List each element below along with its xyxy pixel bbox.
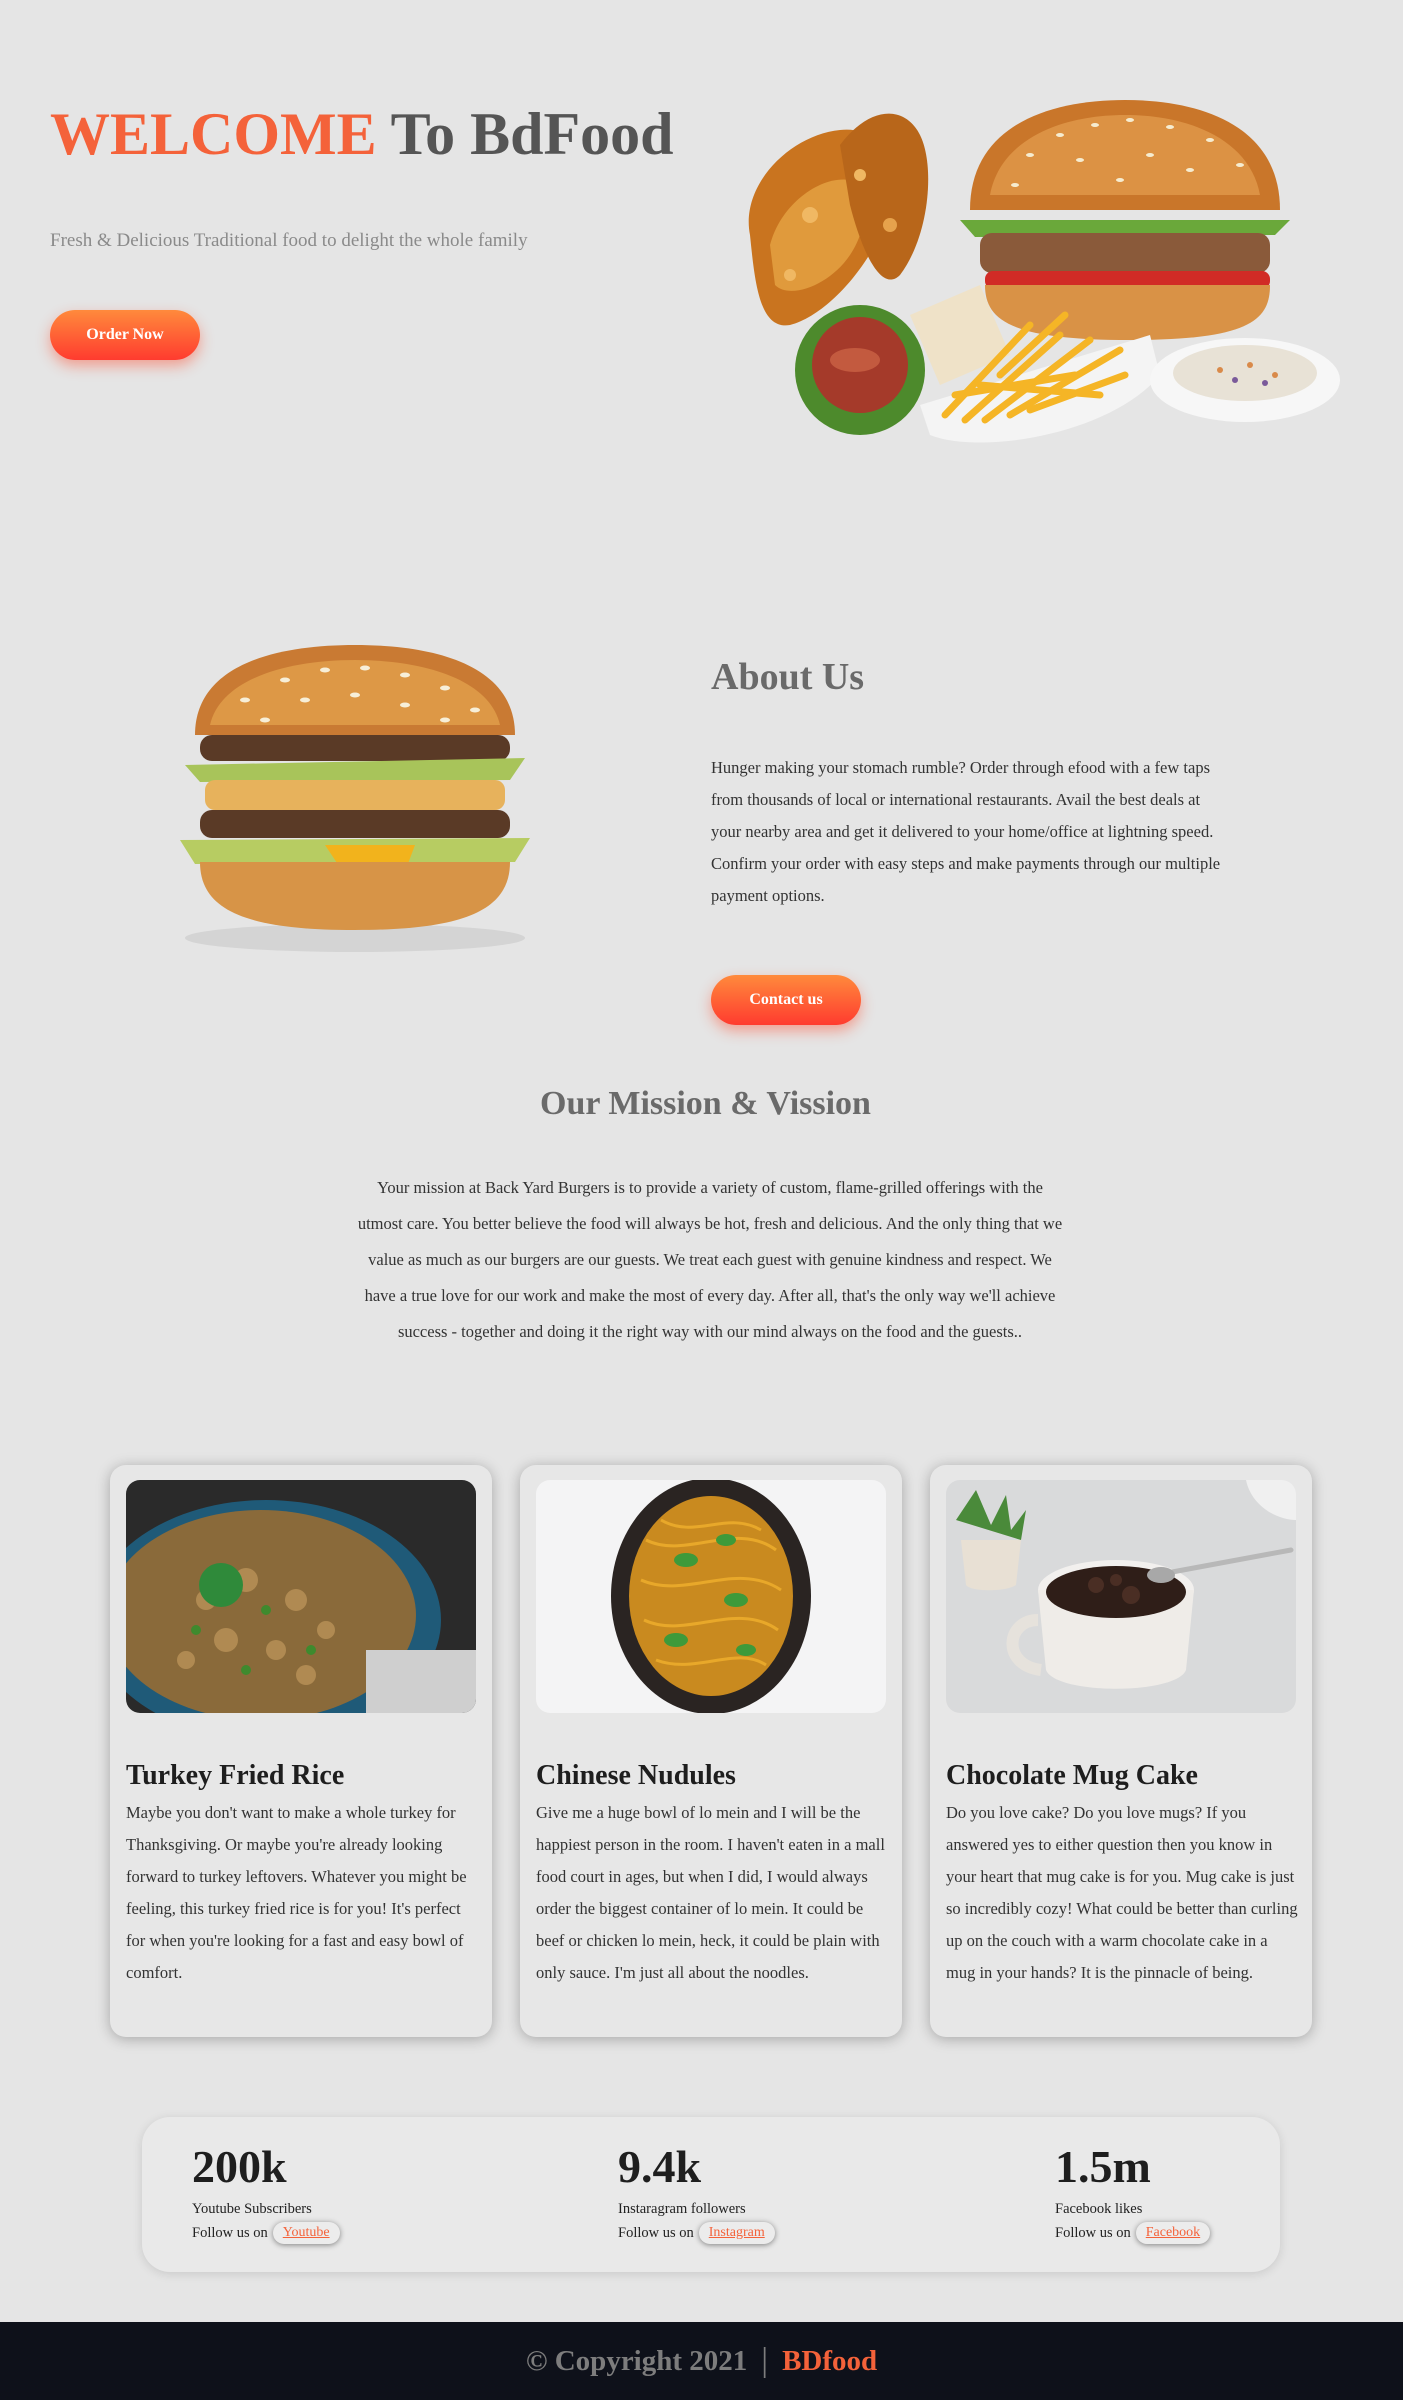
stat-follow: Follow us on Instagram [618,2222,775,2244]
follow-text: Follow us on [192,2224,268,2241]
about-burger-image [180,645,530,952]
stat-value: 9.4k [618,2141,702,2192]
hero-title-rest: To BdFood [376,101,674,167]
footer-separator: | [761,2342,769,2379]
about-title: About Us [711,656,865,698]
coleslaw-image [1150,338,1340,422]
stat-youtube: 200k Youtube Subscribers Follow us on Yo… [192,2141,340,2244]
food-card-chinese-nudules[interactable]: Chinese Nudules Give me a huge bowl of l… [520,1465,902,2037]
footer-brand: BDfood [782,2344,878,2377]
stat-instagram: 9.4k Instaragram followers Follow us on … [618,2141,775,2244]
fried-chicken-image [748,113,929,326]
card-title: Turkey Fried Rice [126,1760,345,1791]
hero-title-accent: WELCOME [50,101,377,167]
card-title: Chocolate Mug Cake [946,1760,1198,1791]
card-title: Chinese Nudules [536,1760,736,1791]
turkey-fried-rice-image [126,1480,476,1713]
food-card-chocolate-mug-cake[interactable]: Chocolate Mug Cake Do you love cake? Do … [930,1465,1312,2037]
follow-text: Follow us on [1055,2224,1131,2241]
stat-value: 1.5m [1055,2141,1151,2192]
mission-title: Our Mission & Vission [540,1085,871,1122]
food-card-turkey-fried-rice[interactable]: Turkey Fried Rice Maybe you don't want t… [110,1465,492,2037]
chocolate-mug-cake-image [946,1480,1296,1713]
card-text: Do you love cake? Do you love mugs? If y… [946,1803,1298,1982]
stat-follow: Follow us on Youtube [192,2222,340,2244]
contact-us-button[interactable]: Contact us [711,975,861,1025]
stat-label: Instaragram followers [618,2201,746,2217]
card-text: Maybe you don't want to make a whole tur… [126,1803,467,1982]
stat-value: 200k [192,2141,287,2192]
chinese-noodles-image [536,1480,886,1713]
footer-copyright: © Copyright 2021 [525,2344,748,2377]
follow-text: Follow us on [618,2224,694,2241]
facebook-link[interactable]: Facebook [1135,2222,1211,2244]
stat-label: Facebook likes [1055,2201,1143,2217]
footer: © Copyright 2021 | BDfood [0,2322,1403,2400]
social-stats-panel: 200k Youtube Subscribers Follow us on Yo… [142,2117,1280,2272]
stat-follow: Follow us on Facebook [1055,2222,1211,2244]
mission-text: Your mission at Back Yard Burgers is to … [357,1178,1063,1341]
card-text: Give me a huge bowl of lo mein and I wil… [536,1803,885,1982]
stat-label: Youtube Subscribers [192,2201,312,2217]
burger-image [960,100,1290,340]
youtube-link[interactable]: Youtube [272,2222,340,2244]
stat-facebook: 1.5m Facebook likes Follow us on Faceboo… [1055,2141,1211,2244]
about-text: Hunger making your stomach rumble? Order… [711,758,1221,905]
instagram-link[interactable]: Instagram [698,2222,775,2244]
hero-subtitle: Fresh & Delicious Traditional food to de… [50,230,528,251]
hero-title: WELCOME To BdFood [50,100,674,169]
order-now-button[interactable]: Order Now [50,310,200,360]
hero-food-image [748,100,1340,443]
